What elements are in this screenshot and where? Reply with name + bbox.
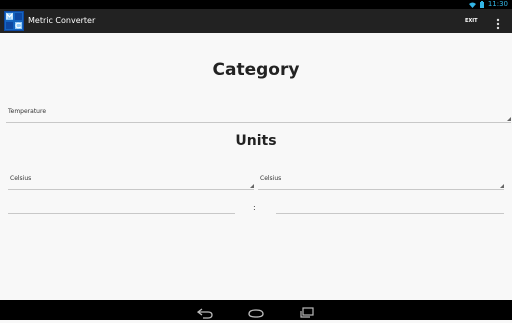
spinner-arrow-icon <box>507 117 511 121</box>
exit-button[interactable]: EXIT <box>462 9 481 33</box>
status-bar: 11:30 <box>0 0 512 9</box>
status-time: 11:30 <box>487 0 508 8</box>
units-heading: Units <box>235 133 277 149</box>
to-unit-value: Celsius <box>260 175 282 182</box>
navigation-bar <box>0 300 512 320</box>
action-bar: Metric Converter EXIT <box>0 9 512 33</box>
overflow-menu-icon[interactable] <box>494 15 502 30</box>
app-title: Metric Converter <box>28 16 96 25</box>
category-spinner-value: Temperature <box>8 108 47 115</box>
spinner-arrow-icon <box>500 184 504 188</box>
app-logo-icon[interactable] <box>4 11 24 31</box>
separator-label: : <box>253 203 256 212</box>
from-value-input[interactable] <box>8 213 235 214</box>
from-unit-spinner[interactable]: Celsius <box>8 171 254 190</box>
spinner-arrow-icon <box>250 184 254 188</box>
status-icons: 11:30 <box>468 0 508 9</box>
from-unit-value: Celsius <box>10 175 32 182</box>
category-heading: Category <box>212 60 300 80</box>
battery-icon <box>479 1 484 8</box>
to-unit-spinner[interactable]: Celsius <box>258 171 504 190</box>
wifi-icon <box>468 2 476 8</box>
back-icon[interactable] <box>196 304 213 323</box>
to-value-input[interactable] <box>276 213 504 214</box>
home-icon[interactable] <box>248 304 264 323</box>
recent-apps-icon[interactable] <box>299 304 315 323</box>
category-spinner[interactable]: Temperature <box>6 104 511 123</box>
